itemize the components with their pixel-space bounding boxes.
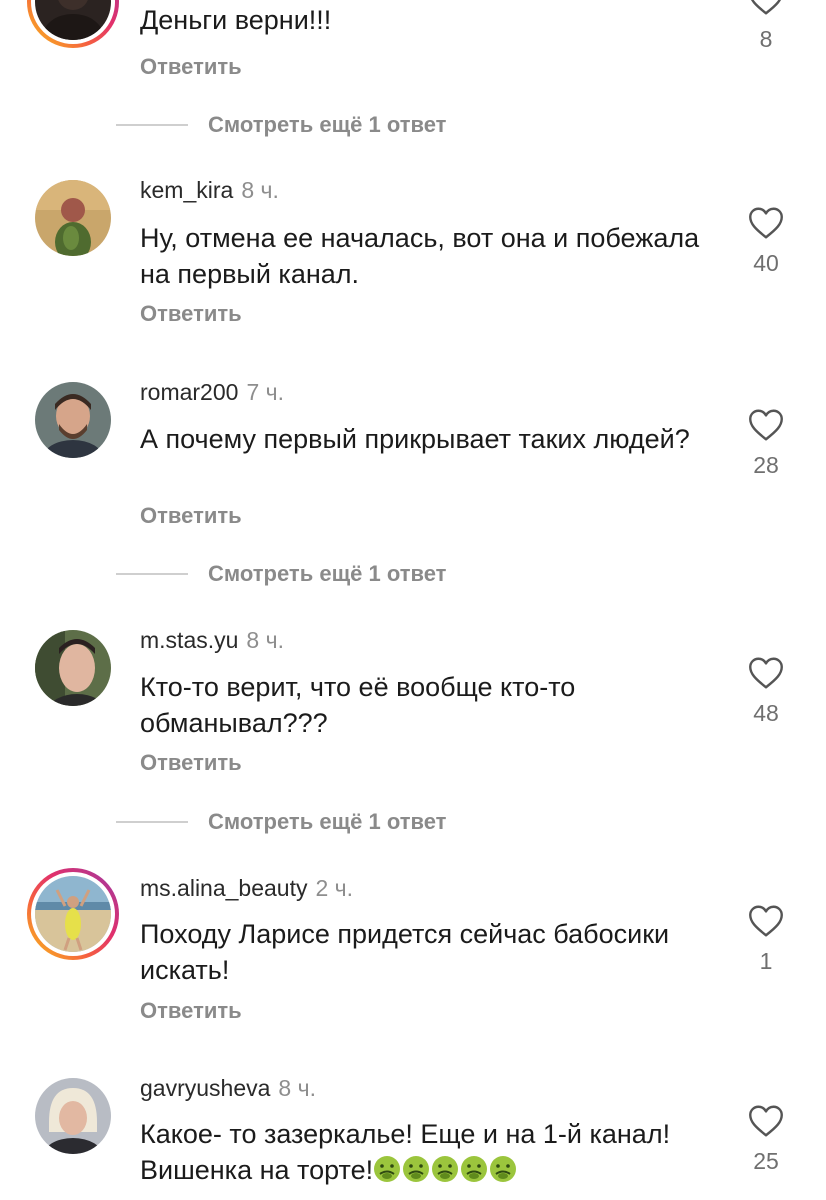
story-ring[interactable] [27, 868, 119, 960]
heart-icon[interactable] [748, 206, 784, 240]
avatar[interactable] [35, 180, 111, 256]
username[interactable]: m.stas.yu [140, 627, 238, 653]
avatar[interactable] [35, 382, 111, 458]
view-more-replies-label[interactable]: Смотреть ещё 1 ответ [208, 809, 446, 835]
avatar[interactable] [35, 1078, 111, 1154]
comment-meta: romar200 7 ч. [140, 379, 284, 406]
username[interactable]: gavryusheva [140, 1075, 270, 1101]
timestamp: 7 ч. [246, 379, 284, 405]
timestamp: 2 ч. [315, 875, 354, 901]
timestamp: 8 ч. [241, 177, 279, 203]
nauseated-face-icon [403, 1156, 430, 1182]
username[interactable]: ms.alina_beauty [140, 875, 308, 901]
comment-text: Кто-то верит, что её вообще кто-то обман… [140, 672, 576, 738]
view-more-replies[interactable]: Смотреть ещё 1 ответ [116, 110, 446, 140]
divider [116, 124, 188, 126]
nauseated-face-icon [461, 1156, 488, 1182]
nauseated-face-emoji-group [373, 1155, 518, 1192]
comment-text: А почему первый прикрывает таких людей? [140, 424, 690, 454]
like-control: 28 [738, 408, 794, 479]
comment-text: Походу Ларисе придется сейчас бабосики и… [140, 919, 670, 985]
like-count: 25 [753, 1148, 779, 1174]
like-control: 25 [738, 1104, 794, 1175]
reply-button[interactable]: Ответить [140, 998, 242, 1024]
reply-button[interactable]: Ответить [140, 301, 242, 327]
comment-meta: ms.alina_beauty 2 ч. [140, 875, 353, 902]
view-more-replies[interactable]: Смотреть ещё 1 ответ [116, 807, 446, 837]
reply-button[interactable]: Ответить [140, 503, 242, 529]
divider [116, 821, 188, 823]
username[interactable]: romar200 [140, 379, 238, 405]
nauseated-face-icon [490, 1156, 517, 1182]
timestamp: 8 ч. [278, 1075, 316, 1101]
like-count: 1 [759, 948, 773, 974]
comment-meta: gavryusheva 8 ч. [140, 1075, 316, 1102]
like-control: 8 [738, 0, 794, 53]
comment-text: Деньги верни!!! [140, 5, 332, 35]
view-more-replies-label[interactable]: Смотреть ещё 1 ответ [208, 112, 446, 138]
divider [116, 573, 188, 575]
story-ring[interactable] [27, 0, 119, 48]
like-count: 8 [759, 26, 773, 52]
like-control: 1 [738, 904, 794, 975]
nauseated-face-icon [374, 1156, 401, 1182]
like-control: 40 [738, 206, 794, 277]
avatar[interactable] [35, 630, 111, 706]
comment-text: Ну, отмена ее началась, вот она и побежа… [140, 223, 700, 289]
view-more-replies-label[interactable]: Смотреть ещё 1 ответ [208, 561, 446, 587]
heart-icon[interactable] [748, 656, 784, 690]
like-count: 48 [753, 700, 779, 726]
like-control: 48 [738, 656, 794, 727]
like-count: 28 [753, 452, 779, 478]
reply-button[interactable]: Ответить [140, 54, 242, 80]
comment-text: Какое- то зазеркалье! Еще и на 1-й канал… [140, 1116, 710, 1192]
heart-icon[interactable] [748, 1104, 784, 1138]
heart-icon[interactable] [748, 408, 784, 442]
reply-button[interactable]: Ответить [140, 750, 242, 776]
heart-icon[interactable] [748, 904, 784, 938]
nauseated-face-icon [432, 1156, 459, 1182]
avatar[interactable] [35, 876, 111, 952]
heart-icon[interactable] [748, 0, 784, 16]
like-count: 40 [753, 250, 779, 276]
comment-meta: m.stas.yu 8 ч. [140, 627, 284, 654]
view-more-replies[interactable]: Смотреть ещё 1 ответ [116, 559, 446, 589]
username[interactable]: kem_kira [140, 177, 233, 203]
comment-meta: kem_kira 8 ч. [140, 177, 279, 204]
timestamp: 8 ч. [246, 627, 284, 653]
